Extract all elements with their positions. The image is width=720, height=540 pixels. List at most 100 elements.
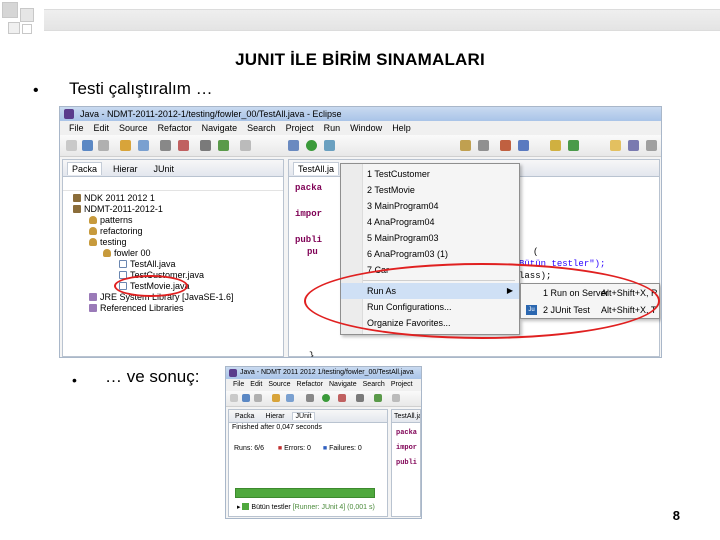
search-icon[interactable] [160,140,171,151]
eclipse-logo-icon [229,369,237,377]
window-title: Java - NDMT 2011 2012 1/testing/fowler_0… [240,369,414,376]
print-icon[interactable] [254,394,262,402]
menu-navigate[interactable]: Navigate [326,379,360,391]
search-icon[interactable] [306,394,314,402]
class-icon[interactable] [138,140,149,151]
view-toolbar [63,177,283,191]
highlight-ring-testall [114,275,188,297]
bullet-text-result: … ve sonuç: [105,367,200,386]
code-line: } [309,351,315,358]
menu-run[interactable]: Run [319,121,346,135]
menu-navigate[interactable]: Navigate [197,121,243,135]
project-tree: NDK 2011 2012 1 NDMT-2011-2012-1 pattern… [63,191,283,314]
perspective-icon[interactable] [646,140,657,151]
tool-icon[interactable] [550,140,561,151]
code-line: publi [396,459,418,467]
menu-edit[interactable]: Edit [247,379,265,391]
project-icon [73,194,81,202]
menu-search[interactable]: Search [242,121,281,135]
expand-icon[interactable]: ▸ [237,504,241,511]
library-icon [89,293,97,301]
menu-bar: File Edit Source Refactor Navigate Searc… [226,379,421,391]
menu-refactor[interactable]: Refactor [153,121,197,135]
menu-item-anaprogram03[interactable]: 6 AnaProgram03 (1) [341,246,519,262]
run-icon[interactable] [322,394,330,402]
tool-icon[interactable] [392,394,400,402]
menu-project[interactable]: Project [388,379,416,391]
code-line: publi [295,235,323,245]
bullet-marker: • [33,82,39,99]
menu-project[interactable]: Project [281,121,319,135]
menu-file[interactable]: File [64,121,89,135]
window-titlebar: Java - NDMT 2011 2012 1/testing/fowler_0… [226,367,421,379]
package-icon[interactable] [120,140,131,151]
tree-node[interactable]: NDK 2011 2012 1 [63,193,283,204]
menu-search[interactable]: Search [360,379,388,391]
tree-node[interactable]: testing [63,237,283,248]
print-icon[interactable] [98,140,109,151]
tab-junit[interactable]: JUnit [291,412,316,420]
tab-package-explorer[interactable]: Packa [67,161,103,175]
failures-count: Failures: 0 [329,445,362,452]
menu-item-testmovie[interactable]: 2 TestMovie [341,182,519,198]
gear-icon[interactable] [200,140,211,151]
tree-node[interactable]: refactoring [63,226,283,237]
package-icon [89,227,97,235]
save-icon[interactable] [82,140,93,151]
menu-file[interactable]: File [230,379,247,391]
package-icon[interactable] [272,394,280,402]
view-tabs: Packa Hierar JUnit [229,410,387,423]
tree-node[interactable]: Referenced Libraries [63,303,283,314]
deco-square [20,8,34,22]
perspective-debug-icon[interactable] [628,140,639,151]
menu-item-anaprogram04[interactable]: 4 AnaProgram04 [341,214,519,230]
tree-node[interactable]: NDMT-2011-2012-1 [63,204,283,215]
tool-icon[interactable] [568,140,579,151]
tab-hierarchy[interactable]: Hierar [108,162,143,175]
debug-icon[interactable] [338,394,346,402]
failures-icon: ■ [322,445,328,452]
tree-node-selected[interactable]: TestAll.java [63,259,283,270]
debug-icon[interactable] [178,140,189,151]
new-icon[interactable] [230,394,238,402]
menu-item-mainprogram03[interactable]: 5 MainProgram03 [341,230,519,246]
tool-icon[interactable] [500,140,511,151]
tool-icon[interactable] [478,140,489,151]
tree-node[interactable]: patterns [63,215,283,226]
run-external-icon[interactable] [324,140,335,151]
tool-icon[interactable] [374,394,382,402]
tree-node[interactable]: fowler 00 [63,248,283,259]
menu-source[interactable]: Source [265,379,293,391]
menu-window[interactable]: Window [345,121,387,135]
ant-icon[interactable] [240,140,251,151]
save-icon[interactable] [242,394,250,402]
new-icon[interactable] [66,140,77,151]
run-icon[interactable] [306,140,317,151]
toolbar [60,135,661,157]
tab-hierarchy[interactable]: Hierar [261,412,288,420]
highlight-ring-run-as [304,263,660,339]
menu-edit[interactable]: Edit [89,121,115,135]
tab-junit[interactable]: JUnit [149,162,180,175]
test-suite-row[interactable]: ▸ Bütün testler [Runner: JUnit 4] (0,001… [237,503,375,511]
debug-run-icon[interactable] [288,140,299,151]
menu-help[interactable]: Help [387,121,416,135]
tab-package-explorer[interactable]: Packa [231,412,258,420]
class-icon[interactable] [286,394,294,402]
test-counters: Runs: 6/6 ■ Errors: 0 ■ Failures: 0 [229,443,387,455]
tool-icon[interactable] [460,140,471,151]
perspective-java-icon[interactable] [610,140,621,151]
junit-progress-bar [235,488,375,498]
gear-icon[interactable] [356,394,364,402]
menu-item-mainprogram04[interactable]: 3 MainProgram04 [341,198,519,214]
tool-icon[interactable] [518,140,529,151]
menu-refactor[interactable]: Refactor [294,379,326,391]
menu-source[interactable]: Source [114,121,153,135]
pin-icon[interactable] [218,140,229,151]
slide-title: JUNIT İLE BİRİM SINAMALARI [235,50,485,69]
code-area[interactable]: packa impor publi [392,423,420,471]
deco-square [8,22,20,34]
tab-testall[interactable]: TestAll.ja [392,410,420,423]
menu-item-testcustomer[interactable]: 1 TestCustomer [341,166,519,182]
tab-testall[interactable]: TestAll.ja [293,161,340,175]
